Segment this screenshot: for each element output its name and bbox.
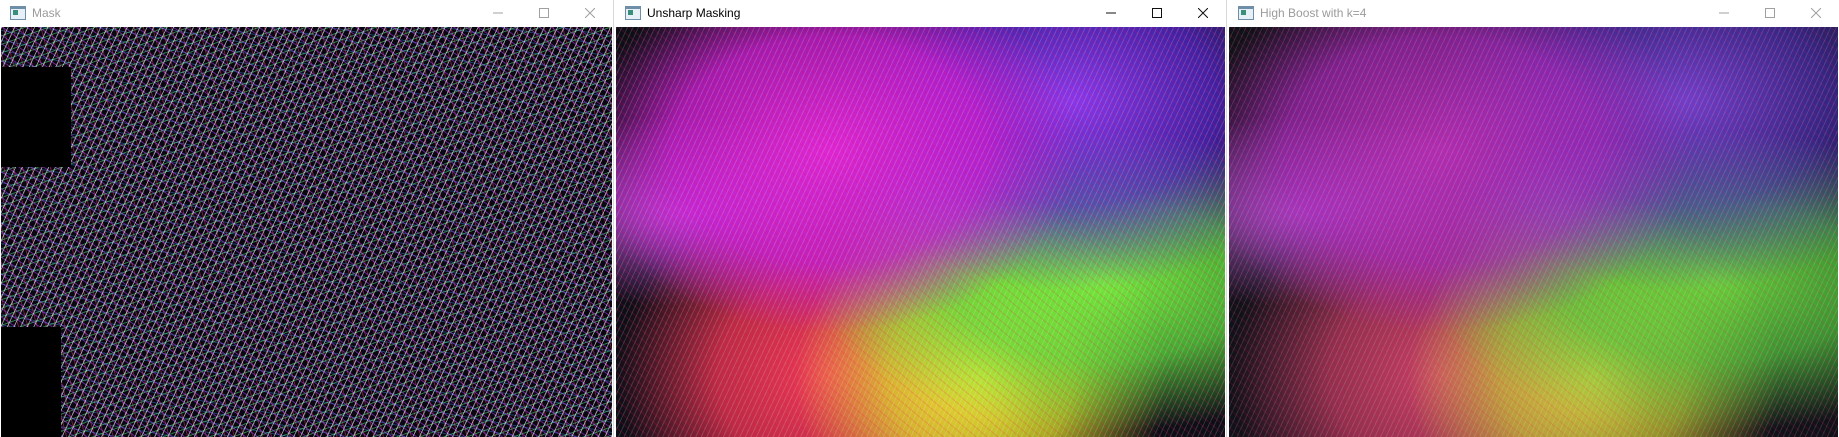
window-controls	[1088, 0, 1226, 26]
minimize-button[interactable]	[475, 0, 521, 26]
app-icon	[10, 6, 26, 20]
high-boost-window[interactable]: High Boost with k=4	[1228, 0, 1839, 437]
unsharp-masking-window[interactable]: Unsharp Masking	[615, 0, 1227, 437]
minimize-icon	[1719, 12, 1729, 14]
high-boost-window-titlebar[interactable]: High Boost with k=4	[1228, 0, 1839, 26]
maximize-icon	[1152, 8, 1162, 18]
close-button[interactable]	[1180, 0, 1226, 26]
maximize-button[interactable]	[1747, 0, 1793, 26]
maximize-icon	[1765, 8, 1775, 18]
maximize-icon	[539, 8, 549, 18]
image-dark-region	[1, 67, 71, 167]
unsharp-masked-image	[616, 27, 1225, 437]
close-button[interactable]	[1793, 0, 1839, 26]
image-dark-region	[1, 327, 61, 437]
minimize-button[interactable]	[1088, 0, 1134, 26]
minimize-icon	[493, 12, 503, 14]
close-button[interactable]	[567, 0, 613, 26]
app-icon	[1238, 6, 1254, 20]
mask-window[interactable]: Mask	[0, 0, 614, 437]
window-title: Mask	[32, 6, 61, 20]
window-controls	[475, 0, 613, 26]
app-icon	[625, 6, 641, 20]
mask-image	[1, 27, 612, 437]
minimize-button[interactable]	[1701, 0, 1747, 26]
unsharp-masking-window-titlebar[interactable]: Unsharp Masking	[615, 0, 1226, 26]
window-title: Unsharp Masking	[647, 6, 741, 20]
close-icon	[585, 8, 595, 18]
minimize-icon	[1106, 12, 1116, 14]
maximize-button[interactable]	[1134, 0, 1180, 26]
window-controls	[1701, 0, 1839, 26]
close-icon	[1198, 8, 1208, 18]
maximize-button[interactable]	[521, 0, 567, 26]
close-icon	[1811, 8, 1821, 18]
high-boost-image	[1229, 27, 1838, 437]
window-title: High Boost with k=4	[1260, 6, 1367, 20]
mask-window-titlebar[interactable]: Mask	[0, 0, 613, 26]
